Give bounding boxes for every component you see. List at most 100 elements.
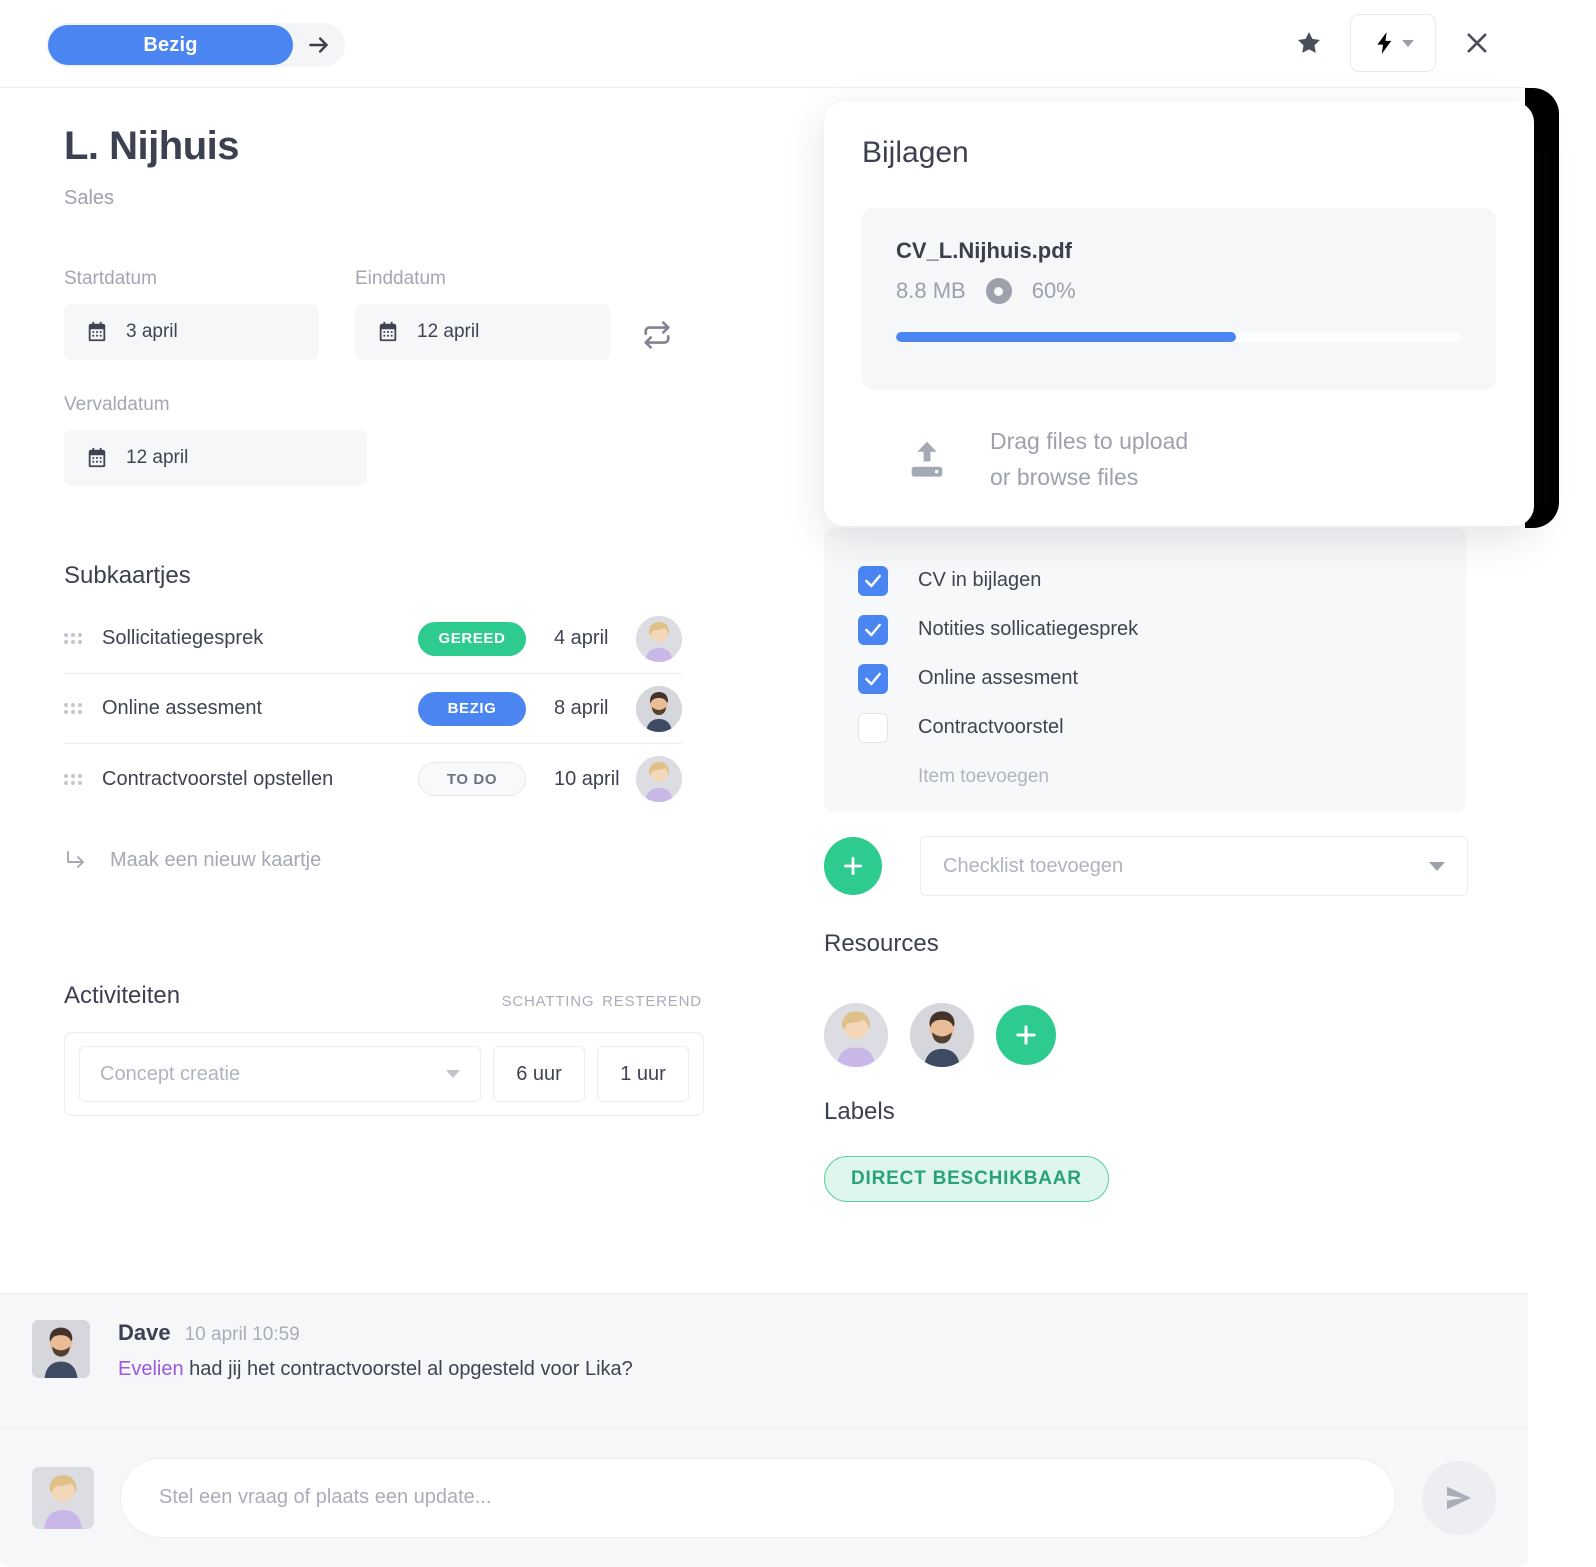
comment-timestamp: 10 april 10:59 bbox=[184, 1324, 300, 1345]
calendar-icon bbox=[88, 447, 106, 468]
table-row[interactable]: Sollicitatiegesprek GEREED 4 april bbox=[64, 604, 682, 674]
woman-blonde-avatar-icon bbox=[824, 1003, 888, 1067]
woman-blonde-avatar-icon bbox=[32, 1466, 94, 1529]
startdatum-input[interactable]: 3 april bbox=[64, 304, 319, 360]
favorite-star-button[interactable] bbox=[1288, 22, 1330, 64]
upload-progress-track bbox=[896, 332, 1462, 342]
checklist-item-label: Notities sollicatiegesprek bbox=[918, 618, 1139, 640]
list-item[interactable]: Online assesment bbox=[824, 654, 1466, 703]
status-badge[interactable]: BEZIG bbox=[418, 691, 526, 726]
star-icon bbox=[1298, 32, 1320, 53]
check-icon bbox=[865, 623, 881, 636]
send-icon bbox=[1447, 1486, 1471, 1509]
calendar-icon bbox=[379, 321, 397, 342]
resterend-column-label: RESTEREND bbox=[602, 993, 702, 1010]
close-icon bbox=[1467, 33, 1487, 53]
avatar[interactable] bbox=[636, 685, 682, 732]
card-subtitle: Sales bbox=[64, 187, 115, 209]
check-icon bbox=[865, 672, 881, 685]
drag-handle-icon[interactable] bbox=[64, 703, 86, 714]
checkbox-checked[interactable] bbox=[858, 614, 888, 645]
list-item[interactable]: Notities sollicatiegesprek bbox=[824, 605, 1466, 654]
lightning-bolt-icon bbox=[1377, 32, 1392, 54]
add-checklist-button[interactable] bbox=[824, 837, 882, 895]
bijlagen-title: Bijlagen bbox=[862, 136, 969, 169]
activity-type-select[interactable]: Concept creatie bbox=[79, 1046, 481, 1102]
subcard-name: Sollicitatiegesprek bbox=[102, 627, 264, 649]
checkbox-unchecked[interactable] bbox=[858, 712, 888, 743]
date-inputs-row: 3 april 12 april bbox=[64, 304, 790, 360]
drag-handle-icon[interactable] bbox=[64, 633, 86, 644]
activity-estimate-input[interactable]: 6 uur bbox=[493, 1046, 585, 1102]
comment-composer: Stel een vraag of plaats een update... bbox=[0, 1428, 1528, 1567]
table-row[interactable]: Contractvoorstel opstellen TO DO 10 apri… bbox=[64, 744, 682, 814]
avatar[interactable] bbox=[824, 1003, 888, 1067]
subcard-name: Contractvoorstel opstellen bbox=[102, 767, 334, 790]
einddatum-input[interactable]: 12 april bbox=[355, 304, 610, 360]
file-dropzone[interactable]: Drag files to upload or browse files bbox=[862, 424, 1496, 495]
startdatum-value: 3 april bbox=[126, 321, 178, 342]
subcard-name: Online assesment bbox=[102, 697, 263, 719]
avatar[interactable] bbox=[636, 756, 682, 802]
activity-remaining-input[interactable]: 1 uur bbox=[597, 1046, 689, 1102]
drag-handle-icon[interactable] bbox=[64, 773, 86, 785]
dates-section: Startdatum Einddatum 3 april 12 april Ve… bbox=[64, 268, 790, 486]
resources-row bbox=[824, 1003, 1056, 1067]
upload-progress-fill bbox=[896, 332, 1236, 342]
status-next-button[interactable] bbox=[293, 32, 345, 58]
status-badge[interactable]: GEREED bbox=[418, 621, 526, 656]
top-bar-actions bbox=[1288, 14, 1498, 72]
activiteiten-title: Activiteiten bbox=[64, 982, 181, 1009]
checklist-panel: CV in bijlagen Notities sollicatiegespre… bbox=[824, 528, 1466, 812]
woman-blonde-avatar-icon bbox=[636, 756, 682, 802]
subcard-date: 8 april bbox=[554, 697, 609, 719]
comment-author: Dave bbox=[118, 1320, 171, 1345]
list-item[interactable]: Contractvoorstel bbox=[824, 703, 1466, 752]
list-item[interactable]: CV in bijlagen bbox=[824, 556, 1466, 605]
comments-section: Dave 10 april 10:59 Evelien had jij het … bbox=[0, 1293, 1528, 1428]
add-checklist-item-button[interactable]: Item toevoegen bbox=[824, 766, 1466, 788]
label-chip[interactable]: DIRECT BESCHIKBAAR bbox=[824, 1156, 1109, 1202]
avatar[interactable] bbox=[910, 1003, 974, 1067]
send-button[interactable] bbox=[1422, 1460, 1496, 1535]
vervaldatum-input[interactable]: 12 april bbox=[64, 430, 367, 486]
avatar[interactable] bbox=[32, 1320, 90, 1378]
resources-title: Resources bbox=[824, 930, 939, 957]
comment-input-placeholder: Stel een vraag of plaats een update... bbox=[159, 1486, 492, 1508]
chevron-down-icon bbox=[1429, 861, 1445, 871]
attachment-file-size: 8.8 MB bbox=[896, 278, 966, 303]
status-badge[interactable]: TO DO bbox=[418, 762, 526, 796]
add-resource-button[interactable] bbox=[996, 1005, 1056, 1065]
labels-title: Labels bbox=[824, 1098, 895, 1125]
man-beard-avatar-icon bbox=[636, 685, 682, 732]
upload-icon bbox=[911, 441, 943, 477]
checklist-select[interactable]: Checklist toevoegen bbox=[920, 836, 1468, 896]
page-title: L. Nijhuis bbox=[64, 124, 240, 168]
new-subcard-button[interactable]: Maak een nieuw kaartje bbox=[64, 848, 790, 872]
comment-mention[interactable]: Evelien bbox=[118, 1358, 184, 1380]
einddatum-value: 12 april bbox=[417, 321, 480, 342]
dropzone-line-2: or browse files bbox=[990, 463, 1139, 490]
dropzone-line-1: Drag files to upload bbox=[990, 428, 1189, 454]
startdatum-label: Startdatum bbox=[64, 268, 157, 289]
status-toggle[interactable]: Bezig bbox=[46, 23, 345, 67]
subcards-section: Subkaartjes Sollicitatiegesprek GEREED 4… bbox=[64, 562, 682, 814]
comment-input[interactable]: Stel een vraag of plaats een update... bbox=[120, 1457, 1396, 1538]
status-pill-bezig[interactable]: Bezig bbox=[48, 25, 293, 65]
dropzone-text: Drag files to upload or browse files bbox=[990, 424, 1188, 495]
activities-section: Activiteiten SCHATTING RESTEREND Concept… bbox=[64, 982, 704, 1116]
automation-menu-button[interactable] bbox=[1350, 14, 1436, 72]
checklist-item-label: Online assesment bbox=[918, 667, 1079, 689]
close-button[interactable] bbox=[1456, 22, 1498, 64]
einddatum-label: Einddatum bbox=[355, 268, 446, 289]
swap-dates-button[interactable] bbox=[640, 318, 674, 352]
new-subcard-label: Maak een nieuw kaartje bbox=[110, 848, 322, 871]
checkbox-checked[interactable] bbox=[858, 663, 888, 694]
comment-body: Evelien had jij het contractvoorstel al … bbox=[118, 1358, 633, 1381]
attachments-panel: Bijlagen CV_L.Nijhuis.pdf 8.8 MB 60% Dra… bbox=[824, 102, 1534, 526]
table-row[interactable]: Online assesment BEZIG 8 april bbox=[64, 674, 682, 744]
attachment-file-item[interactable]: CV_L.Nijhuis.pdf 8.8 MB 60% bbox=[862, 208, 1496, 390]
checkbox-checked[interactable] bbox=[858, 565, 888, 596]
plus-icon bbox=[1016, 1025, 1036, 1045]
avatar[interactable] bbox=[636, 615, 682, 662]
